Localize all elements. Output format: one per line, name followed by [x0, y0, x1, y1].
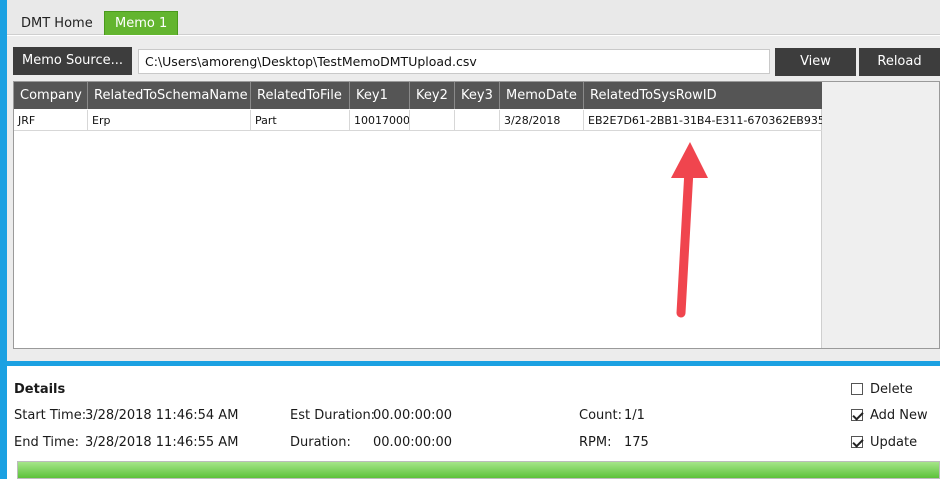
delete-checkbox[interactable] — [851, 383, 863, 395]
column-header-company[interactable]: Company — [14, 82, 88, 109]
add-new-checkbox[interactable] — [851, 409, 863, 421]
progress-fill — [18, 462, 939, 478]
table-row[interactable]: JRF Erp Part 10017000 3/28/2018 EB2E7D61… — [14, 110, 822, 131]
start-time-label: Start Time: — [14, 408, 87, 423]
duration-value: 00.00:00:00 — [373, 435, 453, 450]
tab-memo-1[interactable]: Memo 1 — [104, 11, 178, 35]
cell-related-to-sys-row-id[interactable]: EB2E7D61-2BB1-31B4-E311-670362EB9352 — [584, 110, 822, 131]
details-title: Details — [14, 382, 66, 397]
reload-button[interactable]: Reload — [859, 48, 940, 76]
column-header-related-to-schema-name[interactable]: RelatedToSchemaName — [88, 82, 251, 109]
memo-source-button[interactable]: Memo Source... — [13, 47, 132, 75]
column-header-key3[interactable]: Key3 — [455, 82, 500, 109]
est-duration-label: Est Duration: — [290, 408, 376, 423]
tab-dmt-home[interactable]: DMT Home — [10, 11, 103, 35]
column-header-key1[interactable]: Key1 — [350, 82, 410, 109]
rpm-label: RPM: — [579, 435, 612, 450]
column-header-memo-date[interactable]: MemoDate — [500, 82, 584, 109]
column-header-key2[interactable]: Key2 — [410, 82, 455, 109]
duration-label: Duration: — [290, 435, 351, 450]
column-header-related-to-sys-row-id[interactable]: RelatedToSysRowID — [584, 82, 822, 109]
add-new-label: Add New — [870, 408, 928, 423]
end-time-value: 3/28/2018 11:46:55 AM — [85, 435, 239, 450]
cell-key3[interactable] — [455, 110, 500, 131]
count-value: 1/1 — [624, 408, 645, 423]
end-time-label: End Time: — [14, 435, 80, 450]
left-accent-stripe — [0, 0, 7, 479]
delete-label: Delete — [870, 382, 913, 397]
cell-related-to-file[interactable]: Part — [251, 110, 350, 131]
cell-related-to-schema-name[interactable]: Erp — [88, 110, 251, 131]
cell-key2[interactable] — [410, 110, 455, 131]
file-path-input[interactable]: C:\Users\amoreng\Desktop\TestMemoDMTUplo… — [138, 49, 770, 74]
view-button[interactable]: View — [775, 48, 856, 76]
count-label: Count: — [579, 408, 622, 423]
cell-memo-date[interactable]: 3/28/2018 — [500, 110, 584, 131]
progress-bar — [17, 461, 940, 479]
data-grid-container: Company RelatedToSchemaName RelatedToFil… — [13, 81, 940, 349]
cell-company[interactable]: JRF — [14, 110, 88, 131]
memo-panel: Memo Source... C:\Users\amoreng\Desktop\… — [7, 36, 940, 361]
column-header-related-to-file[interactable]: RelatedToFile — [251, 82, 350, 109]
est-duration-value: 00.00:00:00 — [373, 408, 453, 423]
update-checkbox[interactable] — [851, 436, 863, 448]
grid-header: Company RelatedToSchemaName RelatedToFil… — [14, 82, 822, 109]
rpm-value: 175 — [624, 435, 649, 450]
data-grid: Company RelatedToSchemaName RelatedToFil… — [14, 82, 822, 348]
details-panel: Details Start Time: 3/28/2018 11:46:54 A… — [7, 366, 940, 479]
tab-bar: DMT Home Memo 1 — [7, 0, 940, 35]
cell-key1[interactable]: 10017000 — [350, 110, 410, 131]
update-label: Update — [870, 435, 918, 450]
start-time-value: 3/28/2018 11:46:54 AM — [85, 408, 239, 423]
